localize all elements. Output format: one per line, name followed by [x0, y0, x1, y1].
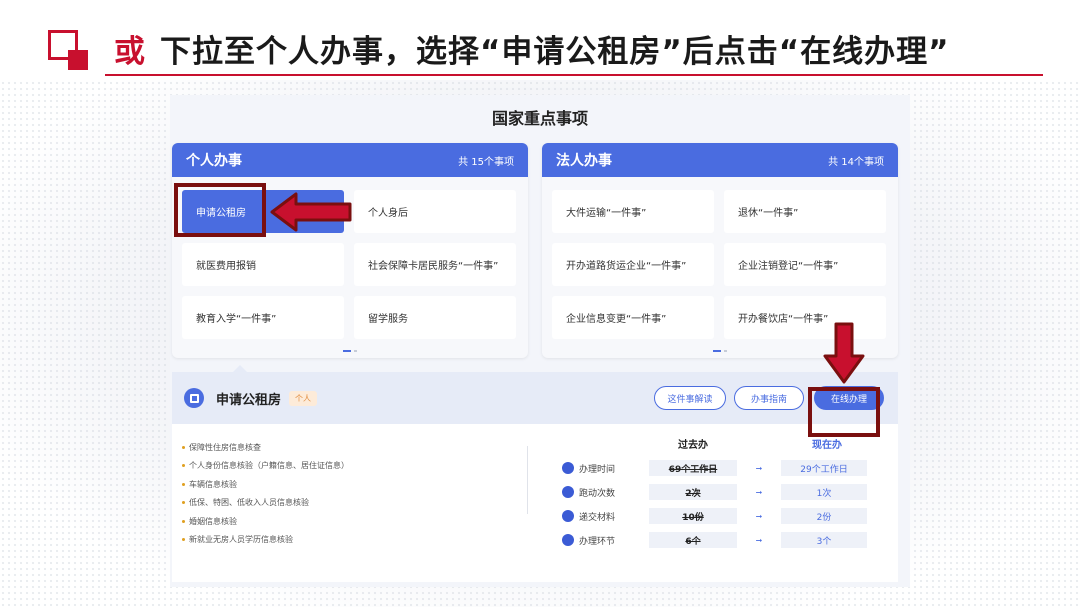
compare-now-header: 现在办 — [812, 440, 842, 451]
requirement-item: 个人身份信息核验（户籍信息、居住证信息） — [182, 457, 349, 476]
bullet-dot — [182, 538, 185, 542]
slide-title-mark — [48, 30, 88, 70]
title-mark-fill — [68, 50, 88, 70]
building-icon — [184, 388, 204, 408]
bullet-dot — [182, 501, 185, 505]
corporate-card-count: 共 14个事项 — [828, 156, 884, 168]
clock-icon — [562, 462, 574, 474]
compare-label: 办理环节 — [579, 536, 616, 547]
slide-title: 或下拉至个人办事，选择“申请公租房”后点击“在线办理” — [114, 26, 950, 71]
personal-affairs-card: 个人办事 共 15个事项 申请公租房 个人身后 就医费用报销 社会保障卡居民服务… — [172, 143, 528, 358]
corporate-item-deregistration[interactable]: 企业注销登记“一件事” — [724, 243, 886, 286]
section-title: 国家重点事项 — [491, 109, 588, 128]
compare-past-value: 69个工作日 — [649, 460, 737, 476]
personal-item-school-enrollment[interactable]: 教育入学“一件事” — [182, 296, 344, 339]
personal-item-study-abroad[interactable]: 留学服务 — [354, 296, 516, 339]
compare-past-header: 过去办 — [678, 440, 708, 451]
bullet-dot — [182, 482, 185, 486]
arrow-right-icon: ➞ — [755, 487, 763, 497]
requirement-item: 婚姻信息核验 — [182, 512, 349, 531]
compare-label: 递交材料 — [579, 512, 616, 523]
requirement-item: 新就业无房人员学历信息核验 — [182, 531, 349, 550]
compare-row-time: 办理时间 69个工作日 ➞ 29个工作日 — [562, 459, 882, 477]
detail-body: 保障性住房信息核查 个人身份信息核验（户籍信息、居住证信息） 车辆信息核验 低保… — [172, 424, 898, 582]
personal-item-medical-reimbursement[interactable]: 就医费用报销 — [182, 243, 344, 286]
pager-dot[interactable] — [724, 350, 727, 352]
corporate-card-header: 法人办事 共 14个事项 — [542, 143, 898, 177]
corporate-item-oversize-transport[interactable]: 大件运输“一件事” — [552, 190, 714, 233]
pager-dot[interactable] — [354, 350, 357, 352]
requirement-item: 保障性住房信息核查 — [182, 438, 349, 457]
personal-card-header: 个人办事 共 15个事项 — [172, 143, 528, 177]
requirement-text: 保障性住房信息核查 — [189, 442, 261, 452]
title-underline — [105, 74, 1043, 76]
compare-now-value: 3个 — [781, 532, 867, 548]
compare-now-value: 29个工作日 — [781, 460, 867, 476]
personal-item-social-security-card[interactable]: 社会保障卡居民服务“一件事” — [354, 243, 516, 286]
briefcase-icon — [562, 510, 574, 522]
bullet-dot — [182, 464, 185, 468]
compare-label: 跑动次数 — [579, 488, 616, 499]
bullet-dot — [182, 519, 185, 523]
requirement-text: 婚姻信息核验 — [189, 516, 237, 526]
requirement-text: 车辆信息核验 — [189, 479, 237, 489]
guide-button[interactable]: 办事指南 — [734, 386, 804, 410]
highlight-box-public-rental — [174, 183, 266, 237]
runner-icon — [562, 486, 574, 498]
arrow-left-icon — [270, 192, 352, 232]
arrow-right-icon: ➞ — [755, 511, 763, 521]
personal-item-after-death[interactable]: 个人身后 — [354, 190, 516, 233]
slide-title-instruction: 下拉至个人办事，选择“申请公租房”后点击“在线办理” — [160, 34, 950, 70]
requirements-list: 保障性住房信息核查 个人身份信息核验（户籍信息、居住证信息） 车辆信息核验 低保… — [182, 438, 349, 549]
compare-row-steps: 办理环节 6个 ➞ 3个 — [562, 531, 882, 549]
slide-title-prefix: 或 — [114, 34, 146, 70]
requirement-text: 低保、特困、低收入人员信息核验 — [189, 498, 309, 508]
compare-now-value: 1次 — [781, 484, 867, 500]
corporate-items-grid: 大件运输“一件事” 退休“一件事” 开办道路货运企业“一件事” 企业注销登记“一… — [542, 177, 898, 339]
personal-pager[interactable] — [172, 350, 528, 352]
personal-card-count: 共 15个事项 — [458, 156, 514, 168]
requirement-text: 个人身份信息核验（户籍信息、居住证信息） — [189, 461, 349, 471]
requirement-text: 新就业无房人员学历信息核验 — [189, 535, 293, 545]
corporate-item-info-change[interactable]: 企业信息变更“一件事” — [552, 296, 714, 339]
corporate-item-retirement[interactable]: 退休“一件事” — [724, 190, 886, 233]
corporate-card-title[interactable]: 法人办事 — [556, 150, 612, 170]
steps-icon — [562, 534, 574, 546]
compare-label: 办理时间 — [579, 464, 616, 475]
detail-tag: 个人 — [289, 390, 318, 406]
compare-now-value: 2份 — [781, 508, 867, 524]
pager-dot-active[interactable] — [713, 350, 721, 352]
compare-row-trips: 跑动次数 2次 ➞ 1次 — [562, 483, 882, 501]
compare-past-value: 6个 — [649, 532, 737, 548]
personal-card-title[interactable]: 个人办事 — [186, 150, 242, 170]
column-divider — [527, 446, 528, 514]
compare-row-materials: 递交材料 10份 ➞ 2份 — [562, 507, 882, 525]
highlight-box-online-apply — [808, 387, 880, 437]
arrow-down-icon — [823, 322, 865, 384]
corporate-item-freight-company[interactable]: 开办道路货运企业“一件事” — [552, 243, 714, 286]
arrow-right-icon: ➞ — [755, 463, 763, 473]
portal-screenshot: 国家重点事项 个人办事 共 15个事项 申请公租房 个人身后 就医费用报销 社会… — [170, 95, 910, 587]
compare-past-value: 10份 — [649, 508, 737, 524]
detail-title: 申请公租房 — [216, 392, 282, 408]
pager-dot-active[interactable] — [343, 350, 351, 352]
requirement-item: 低保、特困、低收入人员信息核验 — [182, 494, 349, 513]
explain-button[interactable]: 这件事解读 — [654, 386, 726, 410]
arrow-right-icon: ➞ — [755, 535, 763, 545]
detail-header: 申请公租房 个人 这件事解读 办事指南 在线办理 — [172, 372, 898, 424]
bullet-dot — [182, 445, 185, 449]
compare-past-value: 2次 — [649, 484, 737, 500]
requirement-item: 车辆信息核验 — [182, 475, 349, 494]
